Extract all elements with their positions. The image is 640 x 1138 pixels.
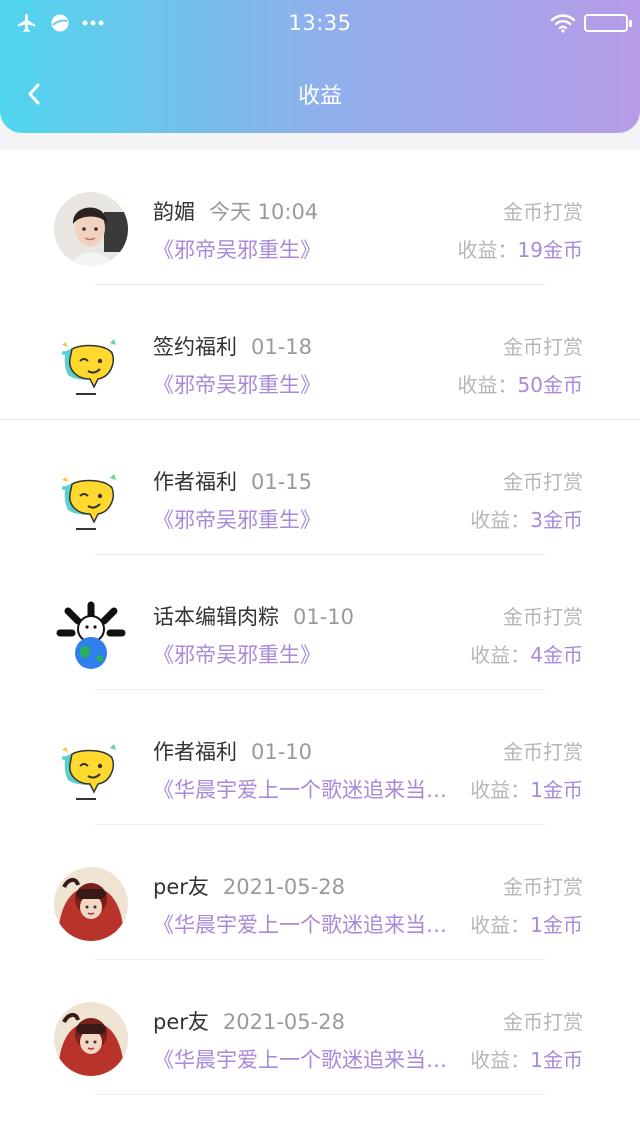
income-label: 收益： xyxy=(470,643,531,667)
income-label: 收益： xyxy=(470,778,531,802)
record-type: 金币打赏 xyxy=(503,200,583,224)
income-label: 收益： xyxy=(457,373,518,397)
income-amount: 1金币 xyxy=(530,913,583,937)
list-item[interactable]: per友 2021-05-28 金币打赏 《华晨宇爱上一个歌迷追来当… 收益：1金… xyxy=(0,825,640,960)
record-income: 收益：1金币 xyxy=(470,776,583,804)
income-label: 收益： xyxy=(470,913,531,937)
red-girl-avatar xyxy=(54,1002,128,1076)
record-header: 话本编辑肉粽 01-10 xyxy=(153,603,354,631)
record-time: 01-15 xyxy=(251,470,313,494)
income-amount: 1金币 xyxy=(530,778,583,802)
record-header: 韵媚 今天 10:04 xyxy=(153,198,318,226)
photo-avatar xyxy=(54,192,128,266)
record-name: 签约福利 xyxy=(153,335,237,359)
record-header: per友 2021-05-28 xyxy=(153,1008,345,1036)
record-header: 签约福利 01-18 xyxy=(153,333,312,361)
record-time: 2021-05-28 xyxy=(222,875,345,899)
header: 13:35 收益 xyxy=(0,0,640,133)
divider xyxy=(95,1094,545,1095)
globe-bones-avatar xyxy=(54,597,128,671)
income-amount: 1金币 xyxy=(530,1048,583,1072)
list-item[interactable]: per友 2021-05-28 金币打赏 《华晨宇爱上一个歌迷追来当… 收益：1金… xyxy=(0,960,640,1095)
record-type: 金币打赏 xyxy=(503,740,583,764)
emoji-sticker-avatar xyxy=(54,462,128,536)
page-title: 收益 xyxy=(297,84,342,109)
record-type: 金币打赏 xyxy=(503,335,583,359)
list-item[interactable]: 签约福利 01-18 金币打赏 《邪帝吴邪重生》 收益：50金币 xyxy=(0,285,640,420)
nav-bar: 收益 xyxy=(0,62,640,130)
status-right-icons xyxy=(550,9,632,37)
status-time: 13:35 xyxy=(288,11,352,35)
record-book-title[interactable]: 《华晨宇爱上一个歌迷追来当… xyxy=(153,911,465,939)
list-item[interactable]: 作者福利 01-10 金币打赏 《华晨宇爱上一个歌迷追来当… 收益：1金币 xyxy=(0,690,640,825)
record-name: 作者福利 xyxy=(153,740,237,764)
income-amount: 19金币 xyxy=(517,238,583,262)
record-income: 收益：4金币 xyxy=(470,641,583,669)
list-item[interactable]: 韵媚 今天 10:04 金币打赏 《邪帝吴邪重生》 收益：19金币 xyxy=(0,150,640,285)
list-item[interactable]: 作者福利 01-15 金币打赏 《邪帝吴邪重生》 收益：3金币 xyxy=(0,420,640,555)
wifi-icon xyxy=(550,14,576,33)
emoji-sticker-avatar xyxy=(54,732,128,806)
record-book-title[interactable]: 《华晨宇爱上一个歌迷追来当… xyxy=(153,776,465,804)
record-header: per友 2021-05-28 xyxy=(153,873,345,901)
record-time: 今天 10:04 xyxy=(209,200,319,224)
record-time: 2021-05-28 xyxy=(222,1010,345,1034)
record-type: 金币打赏 xyxy=(503,470,583,494)
record-book-title[interactable]: 《邪帝吴邪重生》 xyxy=(153,371,465,399)
income-label: 收益： xyxy=(470,1048,531,1072)
list-item[interactable]: 话本编辑肉粽 01-10 金币打赏 《邪帝吴邪重生》 收益：4金币 xyxy=(0,555,640,690)
record-income: 收益：19金币 xyxy=(458,236,583,264)
income-list: 韵媚 今天 10:04 金币打赏 《邪帝吴邪重生》 收益：19金币 签约福利 01-… xyxy=(0,150,640,1138)
record-time: 01-10 xyxy=(251,740,313,764)
record-time: 01-10 xyxy=(293,605,355,629)
record-income: 收益：1金币 xyxy=(470,911,583,939)
record-income: 收益：1金币 xyxy=(470,1046,583,1074)
record-type: 金币打赏 xyxy=(503,875,583,899)
record-time: 01-18 xyxy=(251,335,313,359)
record-income: 收益：3金币 xyxy=(470,506,583,534)
income-amount: 50金币 xyxy=(517,373,583,397)
record-book-title[interactable]: 《邪帝吴邪重生》 xyxy=(153,236,465,264)
record-name: per友 xyxy=(153,1010,209,1034)
income-amount: 4金币 xyxy=(530,643,583,667)
record-name: 作者福利 xyxy=(153,470,237,494)
record-income: 收益：50金币 xyxy=(458,371,583,399)
record-book-title[interactable]: 《华晨宇爱上一个歌迷追来当… xyxy=(153,1046,465,1074)
record-book-title[interactable]: 《邪帝吴邪重生》 xyxy=(153,641,465,669)
emoji-sticker-avatar xyxy=(54,327,128,401)
red-girl-avatar xyxy=(54,867,128,941)
record-name: per友 xyxy=(153,875,209,899)
income-label: 收益： xyxy=(457,238,518,262)
income-amount: 3金币 xyxy=(530,508,583,532)
income-label: 收益： xyxy=(470,508,531,532)
record-name: 话本编辑肉粽 xyxy=(153,605,279,629)
record-type: 金币打赏 xyxy=(503,1010,583,1034)
record-book-title[interactable]: 《邪帝吴邪重生》 xyxy=(153,506,465,534)
record-header: 作者福利 01-10 xyxy=(153,738,312,766)
record-header: 作者福利 01-15 xyxy=(153,468,312,496)
battery-icon xyxy=(584,14,632,32)
record-type: 金币打赏 xyxy=(503,605,583,629)
record-name: 韵媚 xyxy=(153,200,195,224)
status-bar: 13:35 xyxy=(0,0,640,46)
